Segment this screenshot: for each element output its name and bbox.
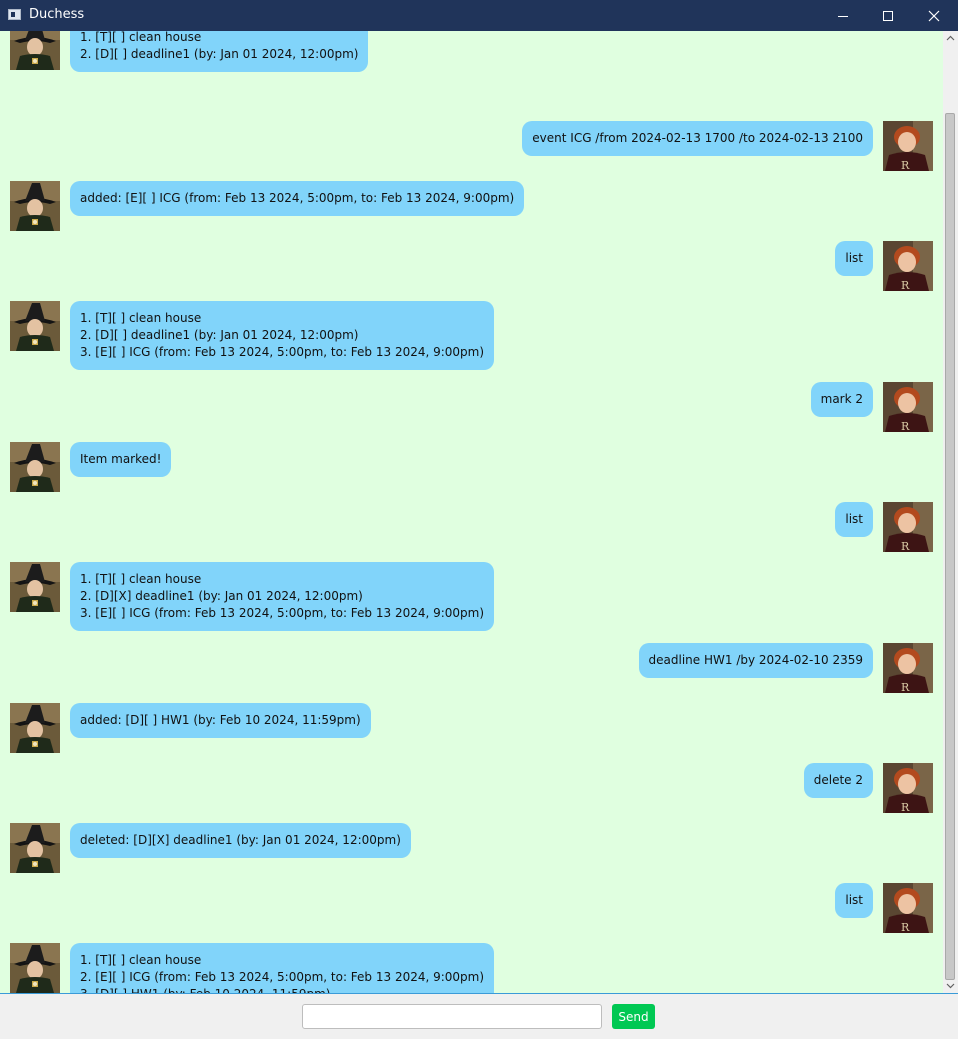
minimize-button[interactable] xyxy=(820,0,866,31)
svg-text:R: R xyxy=(901,921,910,933)
bot-message-bubble: Item marked! xyxy=(70,442,172,477)
user-message-row: mark 2 R xyxy=(0,382,943,432)
svg-text:R: R xyxy=(901,681,910,693)
maximize-icon xyxy=(883,10,893,21)
user-avatar: R xyxy=(883,502,933,552)
bot-message-bubble: added: [D][ ] HW1 (by: Feb 10 2024, 11:5… xyxy=(70,703,371,738)
user-avatar: R xyxy=(883,382,933,432)
bot-message-row: added: [E][ ] ICG (from: Feb 13 2024, 5:… xyxy=(0,181,943,231)
user-message-row: delete 2 R xyxy=(0,763,943,813)
user-avatar: R xyxy=(883,763,933,813)
user-message-row: event ICG /from 2024-02-13 1700 /to 2024… xyxy=(0,121,943,171)
window-title: Duchess xyxy=(29,7,85,22)
user-message-bubble: list xyxy=(835,883,873,918)
user-avatar: R xyxy=(883,883,933,933)
bot-avatar xyxy=(10,442,60,492)
user-message-bubble: event ICG /from 2024-02-13 1700 /to 2024… xyxy=(522,121,873,156)
bot-avatar xyxy=(10,301,60,351)
scroll-down-icon[interactable] xyxy=(943,978,958,993)
bot-avatar xyxy=(10,562,60,612)
bot-message-row: 1. [T][ ] clean house 2. [D][ ] deadline… xyxy=(0,301,943,370)
bot-avatar xyxy=(10,823,60,873)
bot-message-row: deleted: [D][X] deadline1 (by: Jan 01 20… xyxy=(0,823,943,873)
bot-message-row: Item marked! xyxy=(0,442,943,492)
bot-avatar xyxy=(10,31,60,70)
user-message-row: list R xyxy=(0,241,943,291)
bot-message-bubble: deleted: [D][X] deadline1 (by: Jan 01 20… xyxy=(70,823,411,858)
svg-text:R: R xyxy=(901,279,910,291)
user-message-row: list R xyxy=(0,502,943,552)
scroll-up-icon[interactable] xyxy=(943,31,958,46)
bot-message-bubble: 1. [T][ ] clean house 2. [D][ ] deadline… xyxy=(70,31,369,72)
user-avatar: R xyxy=(883,121,933,171)
bot-message-bubble: 1. [T][ ] clean house 2. [E][ ] ICG (fro… xyxy=(70,943,495,993)
close-button[interactable] xyxy=(911,0,957,31)
svg-text:R: R xyxy=(901,801,910,813)
svg-text:R: R xyxy=(901,420,910,432)
user-message-row: deadline HW1 /by 2024-02-10 2359 R xyxy=(0,643,943,693)
user-avatar: R xyxy=(883,241,933,291)
bot-message-bubble: 1. [T][ ] clean house 2. [D][ ] deadline… xyxy=(70,301,495,370)
user-message-bubble: mark 2 xyxy=(810,382,873,417)
bot-message-row: 1. [T][ ] clean house 2. [D][ ] deadline… xyxy=(0,31,943,72)
send-button[interactable]: Send xyxy=(612,1004,655,1029)
minimize-icon xyxy=(838,15,848,17)
maximize-button[interactable] xyxy=(865,0,911,31)
app-icon xyxy=(8,9,21,20)
bot-message-row: added: [D][ ] HW1 (by: Feb 10 2024, 11:5… xyxy=(0,703,943,753)
user-message-bubble: list xyxy=(835,502,873,537)
bot-avatar xyxy=(10,703,60,753)
bot-avatar xyxy=(10,943,60,993)
bot-message-row: 1. [T][ ] clean house 2. [D][X] deadline… xyxy=(0,562,943,631)
bot-message-row: 1. [T][ ] clean house 2. [E][ ] ICG (fro… xyxy=(0,943,943,993)
user-message-bubble: delete 2 xyxy=(803,763,873,798)
title-bar: Duchess xyxy=(0,0,958,31)
scrollbar-thumb[interactable] xyxy=(945,113,955,980)
bot-message-bubble: added: [E][ ] ICG (from: Feb 13 2024, 5:… xyxy=(70,181,525,216)
svg-text:R: R xyxy=(901,540,910,552)
user-message-bubble: list xyxy=(835,241,873,276)
user-message-row: list R xyxy=(0,883,943,933)
user-message-bubble: deadline HW1 /by 2024-02-10 2359 xyxy=(638,643,873,678)
svg-text:R: R xyxy=(901,159,910,171)
bot-message-bubble: 1. [T][ ] clean house 2. [D][X] deadline… xyxy=(70,562,495,631)
close-icon xyxy=(928,10,940,21)
chat-scroll-pane[interactable]: 1. [T][ ] clean house 2. [D][ ] deadline… xyxy=(0,31,943,993)
input-bar: Send xyxy=(0,993,958,1039)
message-input[interactable] xyxy=(302,1004,602,1029)
bot-avatar xyxy=(10,181,60,231)
user-avatar: R xyxy=(883,643,933,693)
vertical-scrollbar[interactable] xyxy=(943,31,958,993)
